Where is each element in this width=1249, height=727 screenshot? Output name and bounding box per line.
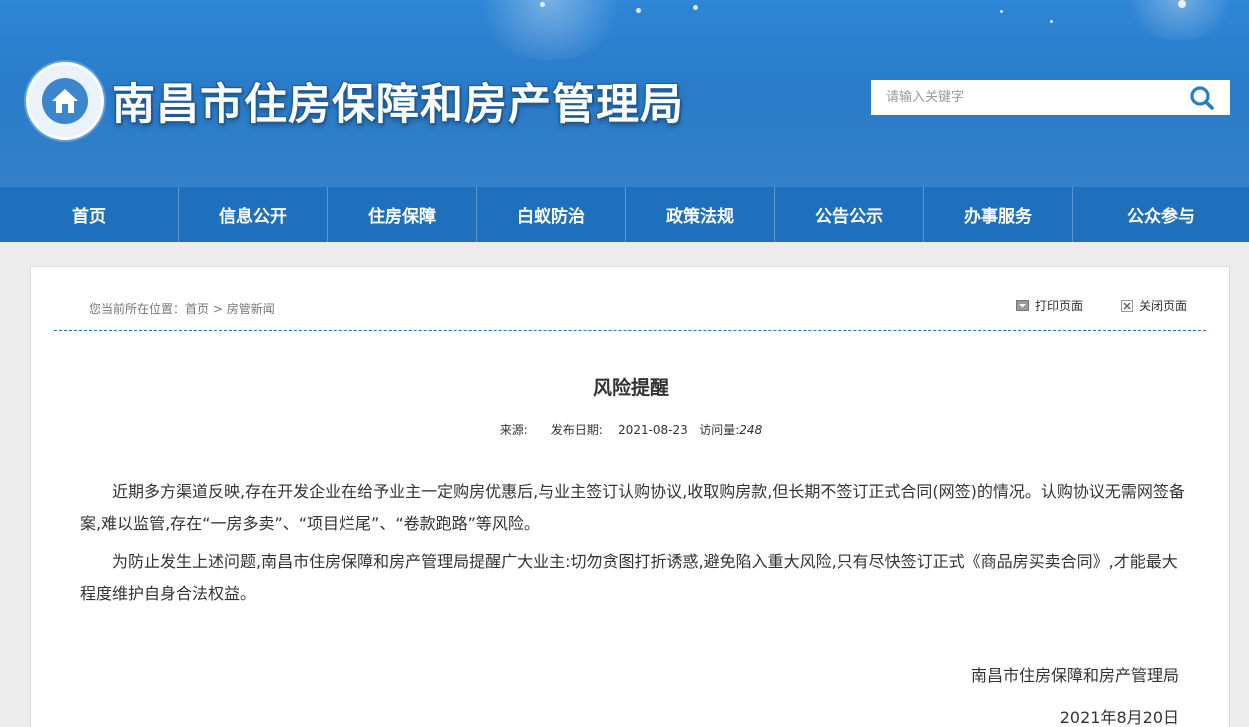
site-title: 南昌市住房保障和房产管理局: [112, 80, 684, 130]
banner-sparkle: [636, 8, 641, 13]
nav-item-services[interactable]: 办事服务: [924, 187, 1073, 242]
site-header: 南昌市住房保障和房产管理局: [0, 0, 1249, 187]
banner-sparkle: [1000, 10, 1003, 13]
nav-item-termite-control[interactable]: 白蚁防治: [477, 187, 626, 242]
article-body: 近期多方渠道反映,存在开发企业在给予业主一定购房优惠后,与业主签订认购协议,收取…: [80, 476, 1185, 616]
search-button[interactable]: [1174, 80, 1230, 115]
print-icon: [1015, 300, 1029, 311]
breadcrumb-prefix: 您当前所在位置：: [89, 302, 186, 316]
search-icon: [1190, 85, 1214, 110]
nav-item-public-participation[interactable]: 公众参与: [1073, 187, 1249, 242]
breadcrumb-current-link[interactable]: 房管新闻: [227, 302, 275, 316]
article-signature: 南昌市住房保障和房产管理局: [970, 666, 1179, 685]
breadcrumb-home-link[interactable]: 首页: [185, 302, 209, 316]
breadcrumb: 您当前所在位置：首页 > 房管新闻: [89, 300, 275, 317]
search-input[interactable]: [871, 80, 1174, 115]
nav-item-home[interactable]: 首页: [0, 187, 179, 242]
source-label: 来源:: [499, 423, 528, 437]
breadcrumb-separator: >: [209, 302, 227, 316]
banner-sparkle: [1178, 0, 1186, 8]
nav-item-announcements[interactable]: 公告公示: [775, 187, 924, 242]
publish-date-label: 发布日期:: [550, 423, 603, 437]
article-meta: 来源: 发布日期: 2021-08-23 访问量:248: [31, 421, 1231, 438]
close-page-label: 关闭页面: [1138, 299, 1187, 313]
nav-item-housing-security[interactable]: 住房保障: [328, 187, 477, 242]
article-card: 您当前所在位置：首页 > 房管新闻 打印页面 关闭页面 风险提醒 来源: 发布日…: [30, 266, 1230, 727]
banner-glow: [470, 0, 630, 60]
print-page-button[interactable]: 打印页面: [1015, 297, 1083, 314]
search-box: [871, 80, 1230, 115]
banner-sparkle: [693, 5, 698, 10]
close-page-button[interactable]: 关闭页面: [1120, 297, 1187, 314]
nav-item-info-disclosure[interactable]: 信息公开: [179, 187, 328, 242]
banner-sparkle: [540, 2, 545, 7]
main-nav: 首页 信息公开 住房保障 白蚁防治 政策法规 公告公示 办事服务 公众参与: [0, 187, 1249, 242]
nav-item-policies[interactable]: 政策法规: [626, 187, 775, 242]
page-tools: 打印页面 关闭页面: [1015, 297, 1187, 314]
article-signed-date: 2021年8月20日: [1059, 708, 1179, 727]
article-paragraph: 近期多方渠道反映,存在开发企业在给予业主一定购房优惠后,与业主签订认购协议,收取…: [80, 482, 1185, 533]
header-divider: [54, 330, 1206, 331]
print-page-label: 打印页面: [1034, 299, 1083, 313]
publish-date-value: 2021-08-23: [618, 423, 688, 437]
views-count: 248: [739, 423, 763, 437]
banner-sparkle: [1050, 20, 1053, 23]
article-title: 风险提醒: [592, 377, 669, 399]
close-icon: [1120, 299, 1133, 312]
article-paragraph: 为防止发生上述问题,南昌市住房保障和房产管理局提醒广大业主:切勿贪图打折诱惑,避…: [80, 552, 1178, 603]
site-logo[interactable]: [26, 62, 104, 140]
views-label: 访问量:: [699, 423, 740, 437]
house-icon: [42, 78, 88, 124]
